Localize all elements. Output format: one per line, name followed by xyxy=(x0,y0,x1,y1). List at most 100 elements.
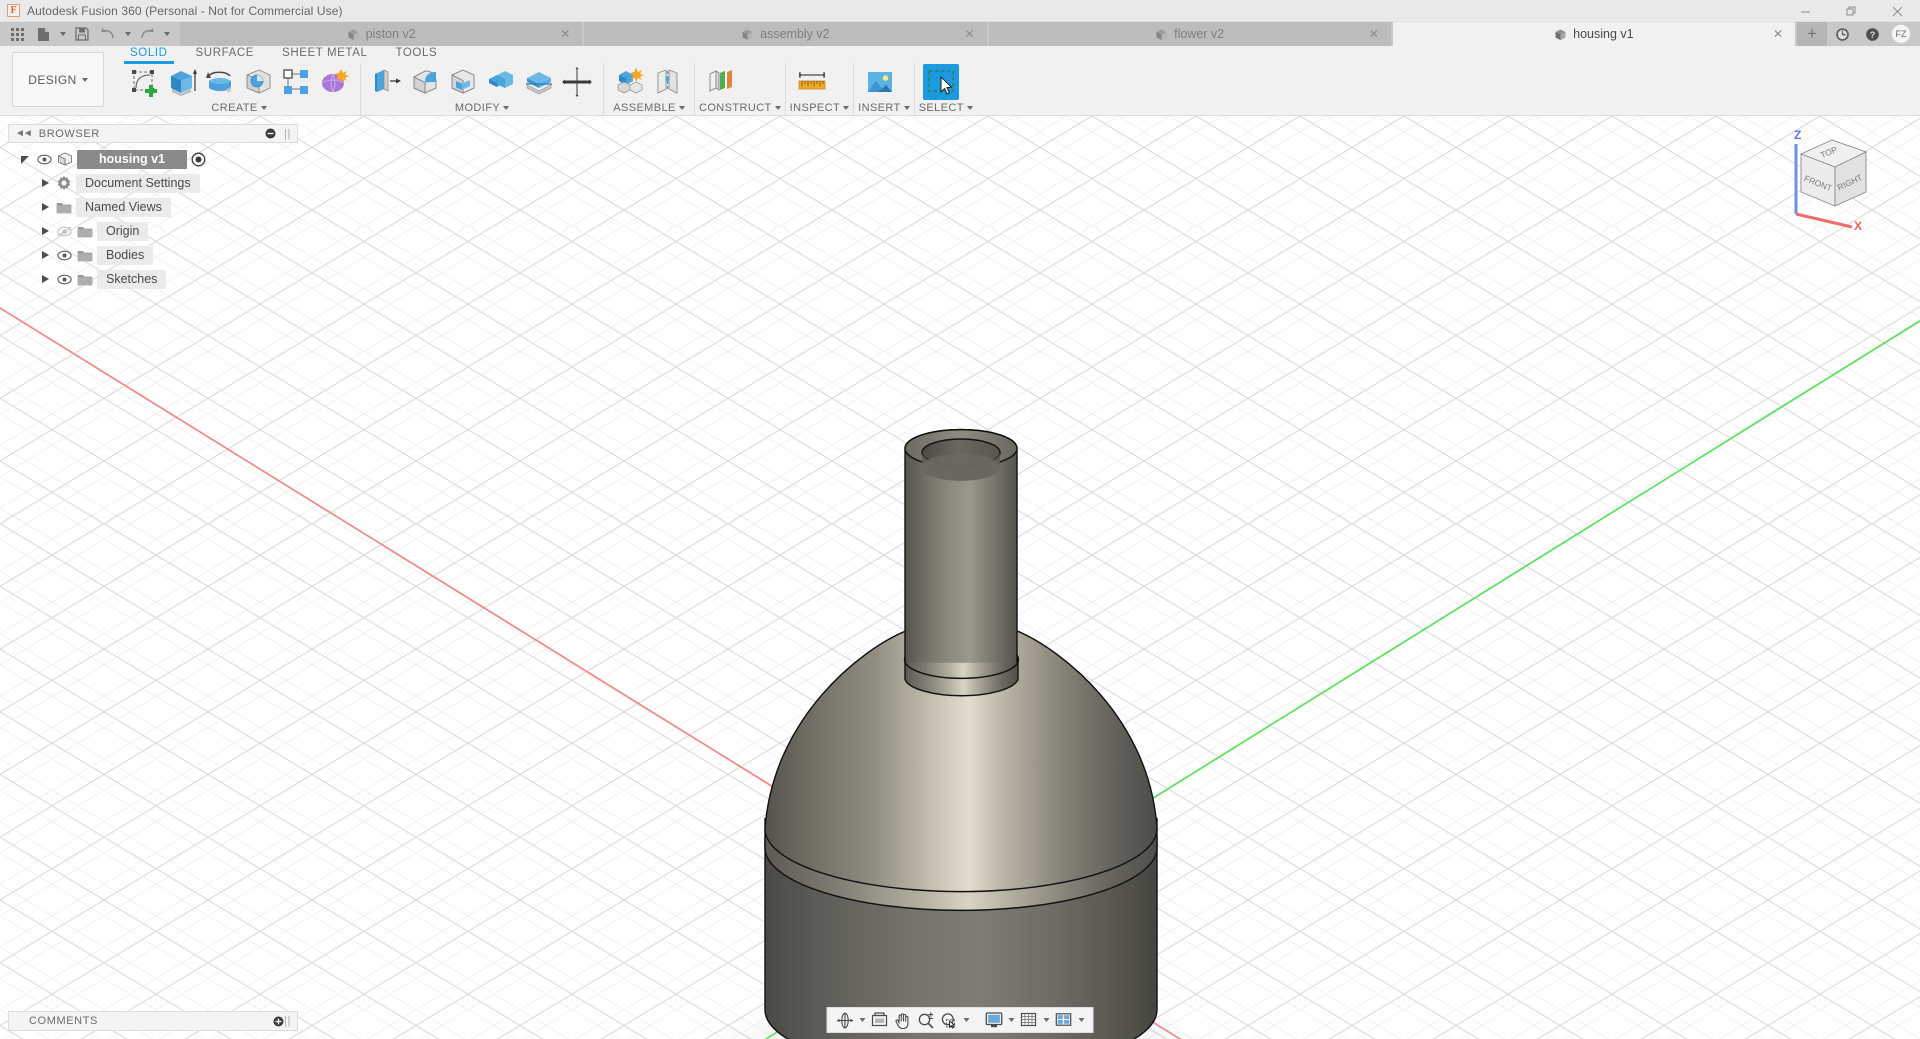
grid-snaps-button[interactable] xyxy=(1018,1009,1040,1031)
visibility-eye-icon[interactable] xyxy=(36,152,53,166)
activate-component-radio[interactable] xyxy=(191,152,206,167)
document-cube-icon xyxy=(1156,29,1167,40)
orbit-button[interactable] xyxy=(834,1009,856,1031)
display-settings-button[interactable] xyxy=(983,1009,1005,1031)
tree-item-origin[interactable]: Origin xyxy=(8,219,298,243)
minimize-button[interactable] xyxy=(1782,0,1828,22)
split-face-button[interactable] xyxy=(521,64,557,100)
revolve-icon xyxy=(206,70,231,92)
tree-item-housing[interactable]: housing v1 xyxy=(8,147,298,171)
app-grid-button[interactable] xyxy=(5,23,29,45)
close-button[interactable] xyxy=(1874,0,1920,22)
chevron-down-icon xyxy=(843,105,850,110)
look-at-button[interactable] xyxy=(869,1009,891,1031)
expander-toggle[interactable] xyxy=(18,152,32,166)
component-cube-icon xyxy=(58,152,72,166)
visibility-eye-icon[interactable] xyxy=(56,248,73,262)
panel-label-select[interactable]: SELECT xyxy=(919,100,973,115)
tree-item-sketches[interactable]: Sketches xyxy=(8,267,298,291)
viewports-button[interactable] xyxy=(1053,1009,1075,1031)
document-tab-close-button[interactable]: ✕ xyxy=(963,27,977,41)
revolve-button[interactable] xyxy=(202,64,238,100)
new-file-icon xyxy=(37,27,49,41)
comments-panel[interactable]: COMMENTS || xyxy=(8,1011,298,1031)
zoom-button[interactable] xyxy=(915,1009,937,1031)
visibility-eye-off-icon[interactable] xyxy=(56,224,73,238)
undo-dropdown[interactable] xyxy=(122,23,133,45)
expander-toggle[interactable] xyxy=(38,200,52,214)
ribbon-panels: CREATE MODIFY ASSEMBLE CONSTRUCT INSPECT… xyxy=(112,63,1920,115)
create-sketch-button[interactable] xyxy=(126,64,162,100)
collapse-left-icon[interactable]: ◄◄ xyxy=(15,128,33,139)
press-pull-button[interactable] xyxy=(369,64,405,100)
tree-item-named-views[interactable]: Named Views xyxy=(8,195,298,219)
expander-toggle[interactable] xyxy=(38,248,52,262)
document-tab-close-button[interactable]: ✕ xyxy=(558,27,572,41)
move-copy-button[interactable] xyxy=(559,64,595,100)
help-button[interactable]: ? xyxy=(1857,22,1887,46)
document-tab-flower[interactable]: flower v2 ✕ xyxy=(988,22,1391,46)
panel-label-assemble[interactable]: ASSEMBLE xyxy=(608,100,690,115)
tree-item-document-settings[interactable]: Document Settings xyxy=(8,171,298,195)
rectangular-pattern-button[interactable] xyxy=(278,64,314,100)
zoom-window-dropdown[interactable] xyxy=(961,1009,972,1031)
combine-button[interactable] xyxy=(483,64,519,100)
ribbon-tab-sheet-metal[interactable]: SHEET METAL xyxy=(268,46,381,61)
panel-label-construct[interactable]: CONSTRUCT xyxy=(699,100,781,115)
ribbon-tab-solid[interactable]: SOLID xyxy=(116,46,182,64)
expander-toggle[interactable] xyxy=(38,176,52,190)
restore-button[interactable] xyxy=(1828,0,1874,22)
fillet-button[interactable] xyxy=(407,64,443,100)
new-file-dropdown[interactable] xyxy=(57,23,68,45)
document-tab-close-button[interactable]: ✕ xyxy=(1367,27,1381,41)
new-component-button[interactable] xyxy=(612,64,648,100)
ribbon-tab-surface[interactable]: SURFACE xyxy=(182,46,269,61)
workspace-switcher-button[interactable]: DESIGN xyxy=(12,52,104,107)
chevron-down-icon xyxy=(774,105,781,110)
viewport[interactable]: ◄◄ BROWSER || housing v1 Document Settin… xyxy=(0,116,1920,1039)
document-tab-assembly[interactable]: assembly v2 ✕ xyxy=(584,22,987,46)
save-button[interactable] xyxy=(70,23,94,45)
undo-button[interactable] xyxy=(96,23,120,45)
minus-circle-icon[interactable] xyxy=(265,128,276,139)
pan-button[interactable] xyxy=(892,1009,914,1031)
document-tab-close-button[interactable]: ✕ xyxy=(1771,27,1785,41)
grid-snaps-dropdown[interactable] xyxy=(1041,1009,1052,1031)
measure-button[interactable] xyxy=(794,64,830,100)
redo-icon xyxy=(141,28,154,39)
select-window-button[interactable] xyxy=(922,63,959,100)
orbit-dropdown[interactable] xyxy=(857,1009,868,1031)
redo-dropdown[interactable] xyxy=(161,23,172,45)
panel-label-insert[interactable]: INSERT xyxy=(858,100,910,115)
chevron-down-icon xyxy=(678,105,685,110)
viewports-dropdown[interactable] xyxy=(1076,1009,1087,1031)
visibility-eye-icon[interactable] xyxy=(56,272,73,286)
expander-toggle[interactable] xyxy=(38,272,52,286)
extrude-button[interactable] xyxy=(164,64,200,100)
avatar[interactable]: FZ xyxy=(1891,24,1911,44)
create-form-button[interactable] xyxy=(316,64,352,100)
plus-circle-icon[interactable] xyxy=(273,1016,284,1027)
display-settings-dropdown[interactable] xyxy=(1006,1009,1017,1031)
panel-label-inspect[interactable]: INSPECT xyxy=(790,100,850,115)
zoom-window-button[interactable] xyxy=(938,1009,960,1031)
insert-image-button[interactable] xyxy=(862,64,898,100)
redo-button[interactable] xyxy=(135,23,159,45)
tree-item-bodies[interactable]: Bodies xyxy=(8,243,298,267)
sweep-button[interactable] xyxy=(240,64,276,100)
new-file-button[interactable] xyxy=(31,23,55,45)
ribbon-tab-tools[interactable]: TOOLS xyxy=(381,46,451,61)
comments-resize-grip[interactable]: || xyxy=(284,1015,291,1027)
expander-toggle[interactable] xyxy=(38,224,52,238)
shell-button[interactable] xyxy=(445,64,481,100)
view-cube[interactable]: Z X TOP FRONT RIGHT xyxy=(1774,122,1884,232)
new-tab-button[interactable]: + xyxy=(1797,22,1827,46)
browser-resize-grip[interactable]: || xyxy=(284,128,291,140)
panel-label-create[interactable]: CREATE xyxy=(122,100,356,115)
recent-documents-button[interactable] xyxy=(1827,22,1857,46)
document-tab-housing[interactable]: housing v1 ✕ xyxy=(1392,22,1795,46)
document-tab-piston[interactable]: piston v2 ✕ xyxy=(180,22,583,46)
offset-plane-button[interactable] xyxy=(703,64,739,100)
panel-label-modify[interactable]: MODIFY xyxy=(365,100,599,115)
joint-button[interactable] xyxy=(650,64,686,100)
